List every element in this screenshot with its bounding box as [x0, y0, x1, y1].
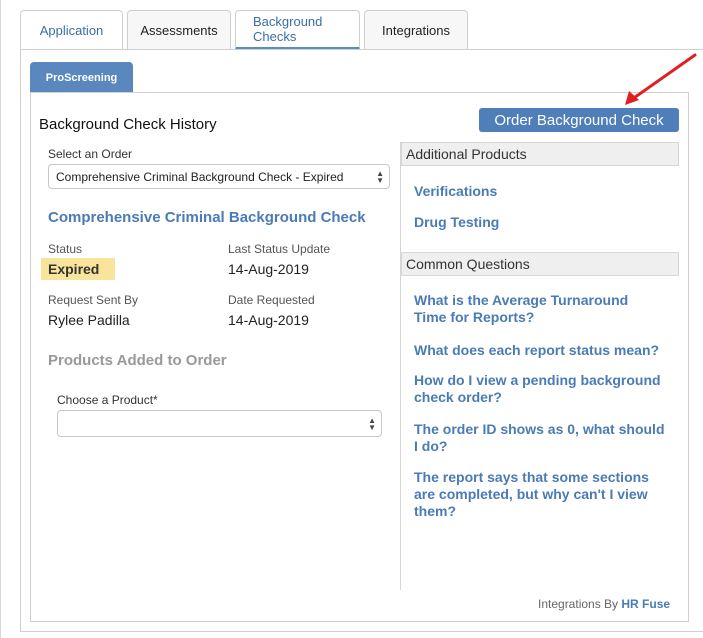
page-title: Background Check History [39, 116, 217, 133]
window-edge [0, 0, 1, 638]
footer-prefix: Integrations By [538, 597, 619, 611]
link-verifications[interactable]: Verifications [414, 183, 674, 200]
link-drug-testing[interactable]: Drug Testing [414, 214, 674, 231]
integrations-footer: Integrations By HR Fuse [538, 597, 670, 611]
main-tabs: Application Assessments Background Check… [20, 10, 472, 50]
tab-divider [20, 49, 703, 50]
choose-product-label: Choose a Product* [57, 393, 158, 407]
question-link[interactable]: The order ID shows as 0, what should I d… [414, 421, 669, 455]
request-sent-by-value: Rylee Padilla [48, 312, 130, 328]
annotation-arrow-icon [625, 53, 697, 105]
request-sent-by-label: Request Sent By [48, 293, 139, 307]
select-order-label: Select an Order [48, 147, 133, 161]
column-divider [400, 142, 401, 590]
last-status-update-label: Last Status Update [228, 242, 331, 256]
status-badge: Expired [41, 258, 115, 280]
tab-application[interactable]: Application [20, 10, 123, 50]
question-link[interactable]: What does each report status mean? [414, 342, 674, 359]
common-questions-header: Common Questions [401, 252, 679, 276]
select-arrows-icon: ▲ ▼ [368, 415, 376, 432]
select-arrows-icon: ▲ ▼ [376, 168, 384, 185]
tab-background-checks[interactable]: Background Checks [235, 10, 360, 50]
footer-brand-link[interactable]: HR Fuse [621, 597, 670, 611]
choose-product-select[interactable]: ▲ ▼ [57, 410, 382, 437]
order-name: Comprehensive Criminal Background Check [48, 209, 366, 226]
additional-products-header: Additional Products [401, 142, 679, 166]
date-requested-label: Date Requested [228, 293, 315, 307]
tab-proscreening[interactable]: ProScreening [30, 62, 133, 93]
order-background-check-button[interactable]: Order Background Check [479, 108, 679, 132]
last-status-update-value: 14-Aug-2019 [228, 261, 309, 277]
order-select-value: Comprehensive Criminal Background Check … [56, 169, 344, 184]
status-label: Status [48, 242, 83, 256]
question-link[interactable]: The report says that some sections are c… [414, 469, 664, 520]
products-added-heading: Products Added to Order [48, 352, 227, 369]
question-link[interactable]: What is the Average Turnaround Time for … [414, 292, 654, 326]
question-link[interactable]: How do I view a pending background check… [414, 372, 669, 406]
date-requested-value: 14-Aug-2019 [228, 312, 309, 328]
tab-assessments[interactable]: Assessments [127, 10, 231, 50]
tab-integrations[interactable]: Integrations [364, 10, 468, 50]
order-select[interactable]: Comprehensive Criminal Background Check … [48, 164, 390, 189]
